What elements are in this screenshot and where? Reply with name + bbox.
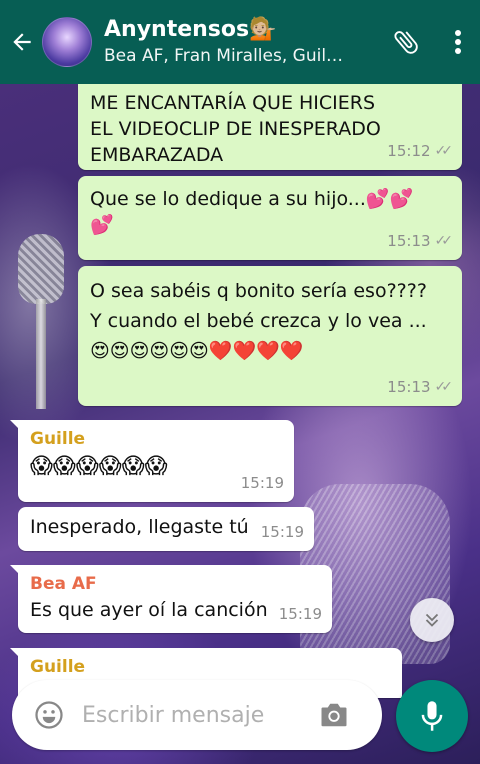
group-avatar[interactable] bbox=[42, 17, 92, 67]
message-time: 15:19 bbox=[240, 474, 284, 492]
message-bubble[interactable]: Inesperado, llegaste tú 15:19 bbox=[18, 507, 314, 551]
bubble-tail bbox=[10, 420, 20, 430]
scroll-to-bottom-button[interactable] bbox=[410, 598, 454, 642]
chat-header: Anyntensos💁🏼 Bea AF, Fran Miralles, Guil… bbox=[0, 0, 480, 84]
message-meta: 15:12 ✓✓ bbox=[387, 138, 454, 164]
message-input[interactable] bbox=[82, 702, 312, 728]
bubble-tail bbox=[10, 565, 20, 575]
message-meta: 15:19 bbox=[241, 470, 284, 496]
message-text: ME ENCANTARÍA QUE HICIERS EL VIDEOCLIP D… bbox=[90, 92, 381, 166]
message-time: 15:19 bbox=[278, 605, 322, 623]
camera-icon[interactable] bbox=[316, 697, 352, 733]
back-arrow-icon[interactable] bbox=[4, 0, 40, 84]
message-time: 15:12 bbox=[387, 142, 431, 160]
wallpaper-microphone bbox=[18, 234, 64, 304]
message-time: 15:13 bbox=[387, 232, 431, 250]
message-text: O sea sabéis q bonito sería eso???? Y cu… bbox=[90, 280, 427, 362]
message-composer bbox=[12, 680, 382, 750]
chevron-double-down-icon bbox=[425, 613, 439, 627]
paperclip-icon[interactable] bbox=[382, 18, 430, 66]
message-meta: 15:19 bbox=[261, 519, 304, 545]
chat-title-block[interactable]: Anyntensos💁🏼 Bea AF, Fran Miralles, Guil… bbox=[104, 16, 354, 68]
microphone-icon bbox=[421, 701, 443, 731]
message-meta: 15:13 ✓✓ bbox=[387, 374, 454, 400]
message-bubble[interactable]: Guille 😱😱😱😱😱😱 15:19 bbox=[10, 420, 294, 502]
wallpaper-mic-stand bbox=[36, 299, 46, 409]
message-bubble[interactable]: ME ENCANTARÍA QUE HICIERS EL VIDEOCLIP D… bbox=[78, 84, 462, 170]
more-vert-icon[interactable] bbox=[438, 18, 478, 66]
chat-title: Anyntensos💁🏼 bbox=[104, 17, 277, 42]
emoji-icon[interactable] bbox=[32, 698, 66, 732]
double-check-icon: ✓✓ bbox=[434, 379, 454, 395]
header-actions bbox=[382, 0, 480, 84]
message-text: Que se lo dedique a su hijo...💕💕💕 bbox=[90, 188, 414, 236]
message-text: Es que ayer oí la canción bbox=[30, 599, 268, 621]
bubble-tail bbox=[10, 648, 20, 658]
message-meta: 15:13 ✓✓ bbox=[387, 228, 454, 254]
message-bubble[interactable]: Que se lo dedique a su hijo...💕💕💕 15:13 … bbox=[78, 176, 462, 260]
message-bubble[interactable]: Bea AF Es que ayer oí la canción 15:19 bbox=[10, 565, 332, 633]
chat-members: Bea AF, Fran Miralles, Guil… bbox=[104, 46, 344, 66]
message-time: 15:19 bbox=[260, 523, 304, 541]
message-meta: 15:19 bbox=[279, 601, 322, 627]
message-bubble[interactable]: O sea sabéis q bonito sería eso???? Y cu… bbox=[78, 266, 462, 406]
voice-record-button[interactable] bbox=[396, 680, 468, 752]
double-check-icon: ✓✓ bbox=[434, 233, 454, 249]
message-sender[interactable]: Guille bbox=[30, 428, 282, 450]
message-sender[interactable]: Bea AF bbox=[30, 573, 320, 595]
message-time: 15:13 bbox=[387, 378, 431, 396]
double-check-icon: ✓✓ bbox=[434, 143, 454, 159]
message-sender[interactable]: Guille bbox=[30, 656, 390, 678]
